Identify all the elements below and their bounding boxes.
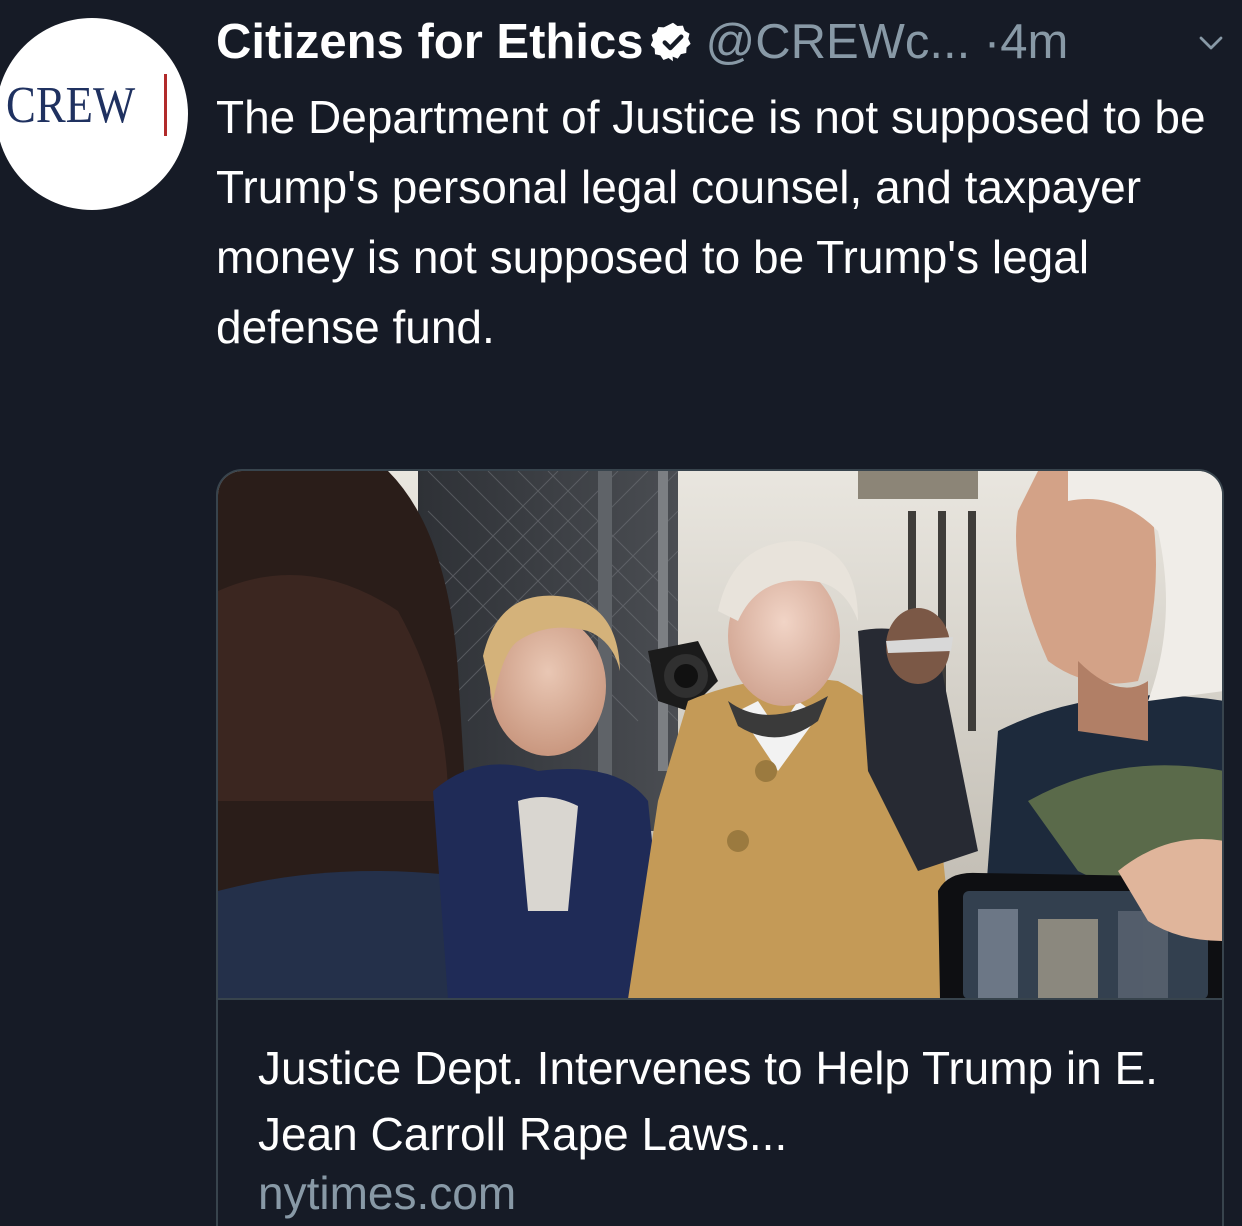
author-handle[interactable]: @CREWc...: [705, 15, 970, 69]
timestamp[interactable]: 4m: [1000, 15, 1068, 69]
chevron-down-icon[interactable]: [1196, 28, 1226, 58]
tweet-header: Citizens for Ethics @CREWc... ·4m: [216, 14, 1226, 70]
author-name[interactable]: Citizens for Ethics: [216, 15, 643, 69]
crew-logo-bar: [164, 74, 167, 136]
card-domain: nytimes.com: [258, 1167, 517, 1219]
verified-badge-icon: [651, 22, 692, 62]
card-divider: [218, 998, 1222, 1000]
tweet[interactable]: CREW Citizens for Ethics @CREWc... ·4m T…: [0, 0, 1242, 1226]
avatar[interactable]: CREW: [0, 18, 188, 210]
crew-logo: CREW: [6, 77, 136, 134]
tweet-text: The Department of Justice is not suppose…: [216, 91, 1206, 353]
link-card[interactable]: Justice Dept. Intervenes to Help Trump i…: [216, 469, 1224, 1226]
news-photo: [218, 471, 1222, 999]
card-title[interactable]: Justice Dept. Intervenes to Help Trump i…: [258, 1035, 1198, 1167]
separator-dot: ·: [983, 15, 1001, 69]
